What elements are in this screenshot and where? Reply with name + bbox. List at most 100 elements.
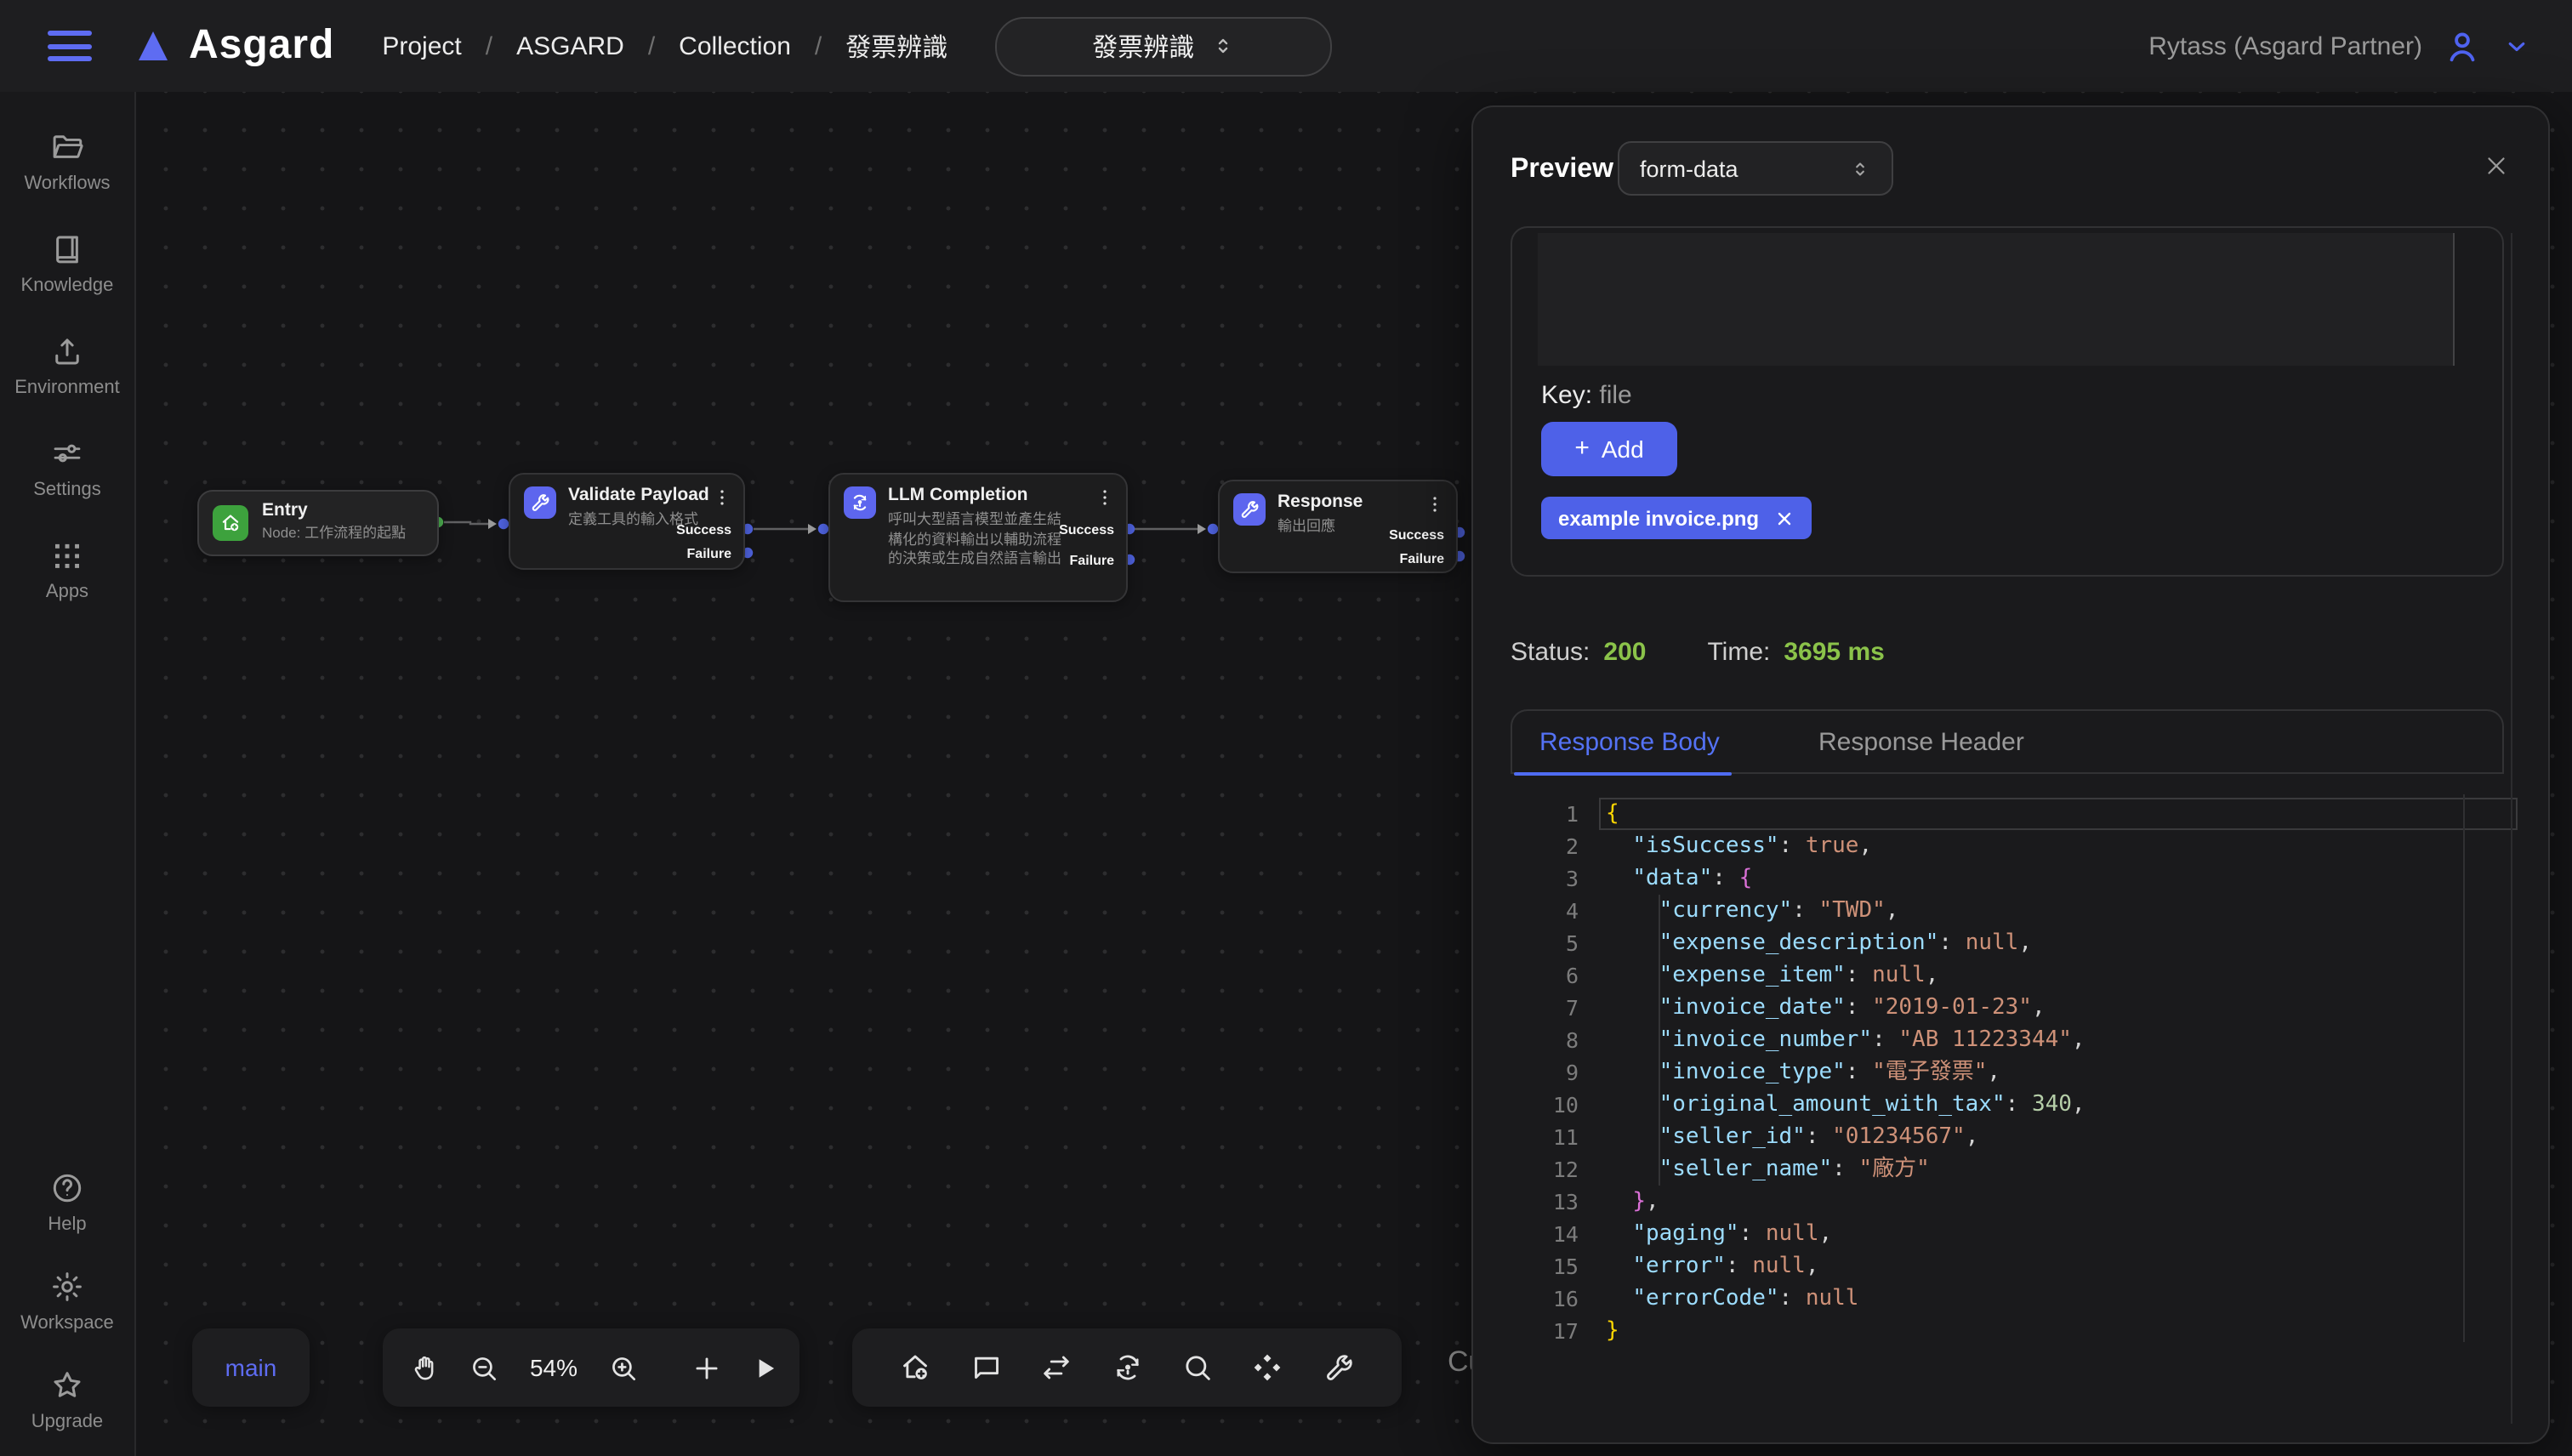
port-failure[interactable]: Failure xyxy=(1400,551,1444,566)
wrench-icon xyxy=(529,492,551,514)
sidebar-item-label: Help xyxy=(48,1214,86,1235)
close-icon[interactable] xyxy=(2482,151,2511,180)
home-plus-icon xyxy=(899,1351,933,1385)
code-line: "seller_name": "廠方" xyxy=(1606,1153,2504,1186)
hamburger-menu-icon[interactable] xyxy=(48,31,92,61)
preview-panel: Preview form-data Key: file + Add exampl… xyxy=(1471,105,2550,1444)
line-number: 16 xyxy=(1511,1283,1579,1315)
add-file-button[interactable]: + Add xyxy=(1541,422,1677,476)
line-number: 10 xyxy=(1511,1089,1579,1121)
node-menu-icon[interactable] xyxy=(1094,486,1116,509)
account-chevron-down-icon[interactable] xyxy=(2502,31,2531,60)
line-number: 13 xyxy=(1511,1186,1579,1218)
editor-scrollbar[interactable] xyxy=(2463,794,2465,1342)
nodes-tool[interactable] xyxy=(1251,1351,1285,1385)
line-number: 17 xyxy=(1511,1315,1579,1347)
zoom-in-icon[interactable] xyxy=(607,1351,640,1384)
breadcrumb-asgard[interactable]: ASGARD xyxy=(516,31,624,60)
status-value: 200 xyxy=(1603,638,1646,667)
line-number: 14 xyxy=(1511,1218,1579,1250)
line-number: 12 xyxy=(1511,1153,1579,1186)
port-failure[interactable]: Failure xyxy=(687,546,731,561)
breadcrumb: Project / ASGARD / Collection / 發票辨識 xyxy=(382,28,947,64)
kebab-icon xyxy=(1424,493,1446,515)
port-success[interactable]: Success xyxy=(1059,522,1114,537)
branch-button[interactable]: main xyxy=(192,1328,310,1407)
line-number: 1 xyxy=(1511,798,1579,830)
help-icon xyxy=(49,1170,85,1206)
home-plus-tool[interactable] xyxy=(899,1351,933,1385)
code-line: "invoice_type": "電子發票", xyxy=(1606,1056,2504,1089)
body-mode-select[interactable]: form-data xyxy=(1618,141,1893,196)
nodes-icon xyxy=(1251,1351,1285,1385)
code-line: "original_amount_with_tax": 340, xyxy=(1606,1089,2504,1121)
node-menu-icon[interactable] xyxy=(1424,493,1446,515)
zoom-level: 54% xyxy=(526,1354,582,1381)
line-number: 6 xyxy=(1511,959,1579,992)
code-line: "currency": "TWD", xyxy=(1606,895,2504,927)
sidebar-item-help[interactable]: Help xyxy=(48,1170,86,1235)
wrench-icon xyxy=(1238,498,1260,520)
add-node-icon[interactable] xyxy=(691,1351,723,1384)
swap-tool[interactable] xyxy=(1039,1351,1073,1385)
port-success[interactable]: Success xyxy=(676,522,731,537)
canvas-tools-toolbar xyxy=(852,1328,1402,1407)
star-icon xyxy=(49,1368,85,1403)
port-failure[interactable]: Failure xyxy=(1070,553,1114,568)
code-line: "expense_item": null, xyxy=(1606,959,2504,992)
search-tool[interactable] xyxy=(1181,1351,1215,1385)
node-entry[interactable]: Entry Node: 工作流程的起點 xyxy=(197,490,439,556)
user-icon[interactable] xyxy=(2443,26,2482,65)
panel-scrollbar[interactable] xyxy=(2511,233,2512,1424)
run-play-icon[interactable] xyxy=(748,1351,781,1384)
port-success[interactable]: Success xyxy=(1389,527,1444,543)
kebab-icon xyxy=(1094,486,1116,509)
node-response[interactable]: Response 輸出回應 SuccessFailure xyxy=(1218,480,1458,573)
status-label: Status: xyxy=(1511,638,1590,667)
breadcrumb-collection[interactable]: Collection xyxy=(679,31,791,60)
code-line: "data": { xyxy=(1606,862,2504,895)
node-title: Response xyxy=(1277,492,1363,512)
comment-tool[interactable] xyxy=(970,1351,1004,1385)
retry-tool[interactable] xyxy=(1110,1351,1144,1385)
sidebar-item-workflows[interactable]: Workflows xyxy=(14,129,120,194)
breadcrumb-current[interactable]: 發票辨識 xyxy=(845,28,947,64)
zoom-out-icon[interactable] xyxy=(468,1351,500,1384)
asgard-logo-icon[interactable] xyxy=(133,26,174,66)
node-llm-completion[interactable]: LLM Completion 呼叫大型語言模型並產生結構化的資料輸出以輔助流程的… xyxy=(828,473,1128,602)
remove-file-icon[interactable] xyxy=(1774,508,1795,528)
code-content: { "isSuccess": true, "data": { "currency… xyxy=(1606,798,2504,1347)
sidebar-item-knowledge[interactable]: Knowledge xyxy=(14,231,120,296)
status-row: Status: 200 Time: 3695 ms xyxy=(1511,638,1885,667)
code-line: "expense_description": null, xyxy=(1606,927,2504,959)
sidebar-item-label: Apps xyxy=(46,582,88,602)
sidebar-item-apps[interactable]: Apps xyxy=(14,537,120,602)
wrench-tool[interactable] xyxy=(1321,1351,1355,1385)
node-icon-badge xyxy=(1233,493,1266,526)
left-sidebar: Workflows Knowledge Environment Settings App… xyxy=(0,92,136,1456)
account-label: Rytass (Asgard Partner) xyxy=(2148,31,2422,60)
code-line: "paging": null, xyxy=(1606,1218,2504,1250)
code-line: "errorCode": null xyxy=(1606,1283,2504,1315)
breadcrumb-project[interactable]: Project xyxy=(382,31,461,60)
sidebar-item-environment[interactable]: Environment xyxy=(14,333,120,398)
node-menu-icon[interactable] xyxy=(711,486,733,509)
sidebar-item-upgrade[interactable]: Upgrade xyxy=(31,1368,103,1432)
sidebar-item-settings[interactable]: Settings xyxy=(14,435,120,500)
home-badge-icon xyxy=(219,512,242,534)
file-preview-area[interactable] xyxy=(1538,233,2453,366)
tab-response-header[interactable]: Response Header xyxy=(1818,728,2024,757)
search-icon xyxy=(1181,1351,1215,1385)
grid-icon xyxy=(49,537,85,573)
sidebar-item-workspace[interactable]: Workspace xyxy=(20,1269,114,1334)
line-number: 7 xyxy=(1511,992,1579,1024)
tab-response-body[interactable]: Response Body xyxy=(1539,728,1720,757)
form-data-box: Key: file + Add example invoice.png xyxy=(1511,226,2504,577)
file-chip[interactable]: example invoice.png xyxy=(1541,497,1812,539)
node-validate-payload[interactable]: Validate Payload 定義工具的輸入格式 SuccessFailur… xyxy=(509,473,745,570)
upload-icon xyxy=(49,333,85,369)
workflow-selector[interactable]: 發票辨識 xyxy=(995,16,1332,76)
preview-scrollbar[interactable] xyxy=(2453,233,2455,366)
sidebar-item-label: Environment xyxy=(14,378,120,398)
hand-pan-icon[interactable] xyxy=(410,1351,442,1384)
